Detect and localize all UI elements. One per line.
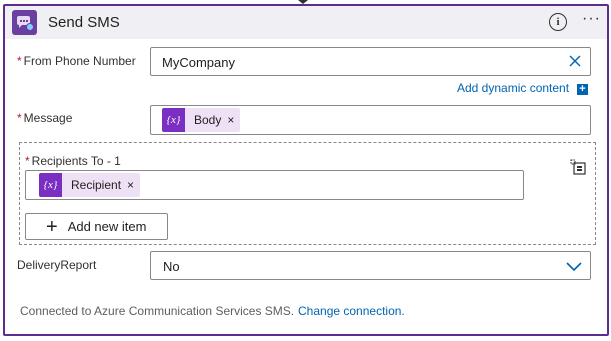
add-dynamic-content-plus-icon[interactable]: + [577, 84, 588, 95]
recipients-label: * Recipients To - 1 [25, 154, 121, 168]
recipients-label-text: Recipients To - 1 [31, 154, 121, 168]
from-phone-value: MyCompany [162, 55, 235, 70]
from-phone-label-text: From Phone Number [23, 54, 136, 68]
from-phone-label: * From Phone Number [17, 54, 136, 68]
add-new-item-button[interactable]: + Add new item [25, 213, 168, 240]
delivery-report-label: DeliveryReport [17, 258, 96, 272]
action-card: Send SMS i ··· * From Phone Number MyComp… [3, 4, 609, 336]
expression-icon: {x} [39, 173, 62, 197]
connector-arrow [298, 0, 308, 4]
from-phone-input[interactable]: MyCompany [150, 47, 591, 76]
required-marker: * [17, 111, 22, 125]
more-options-icon[interactable]: ··· [582, 10, 601, 28]
action-title: Send SMS [48, 14, 120, 31]
switch-to-array-input-icon[interactable] [570, 159, 586, 175]
chevron-down-icon[interactable] [566, 259, 582, 273]
plus-icon: + [46, 215, 58, 238]
add-dynamic-content-link[interactable]: Add dynamic content [457, 81, 569, 95]
token-label: Body [194, 113, 222, 127]
required-marker: * [25, 154, 30, 168]
expression-icon: {x} [162, 108, 185, 132]
message-label: * Message [17, 111, 72, 125]
recipient-input[interactable]: {x} Recipient × [25, 170, 524, 200]
token-remove-icon[interactable]: × [227, 113, 234, 127]
action-header[interactable]: Send SMS i ··· [5, 6, 607, 39]
sms-app-icon [12, 10, 37, 35]
delivery-report-value: No [163, 259, 180, 274]
message-input[interactable]: {x} Body × [150, 105, 591, 135]
change-connection-link[interactable]: Change connection. [298, 304, 405, 318]
delivery-report-label-text: DeliveryReport [17, 258, 97, 272]
add-new-item-label: Add new item [67, 219, 147, 234]
token-remove-icon[interactable]: × [127, 178, 134, 192]
required-marker: * [17, 54, 22, 68]
recipient-token[interactable]: {x} Recipient × [39, 173, 141, 197]
info-icon[interactable]: i [549, 13, 567, 31]
delivery-report-dropdown[interactable]: No [150, 251, 591, 280]
token-label: Recipient [71, 178, 122, 192]
clear-icon[interactable] [568, 54, 582, 68]
message-label-text: Message [23, 111, 73, 125]
connection-status-text: Connected to Azure Communication Service… [20, 304, 295, 318]
body-token[interactable]: {x} Body × [162, 108, 241, 132]
